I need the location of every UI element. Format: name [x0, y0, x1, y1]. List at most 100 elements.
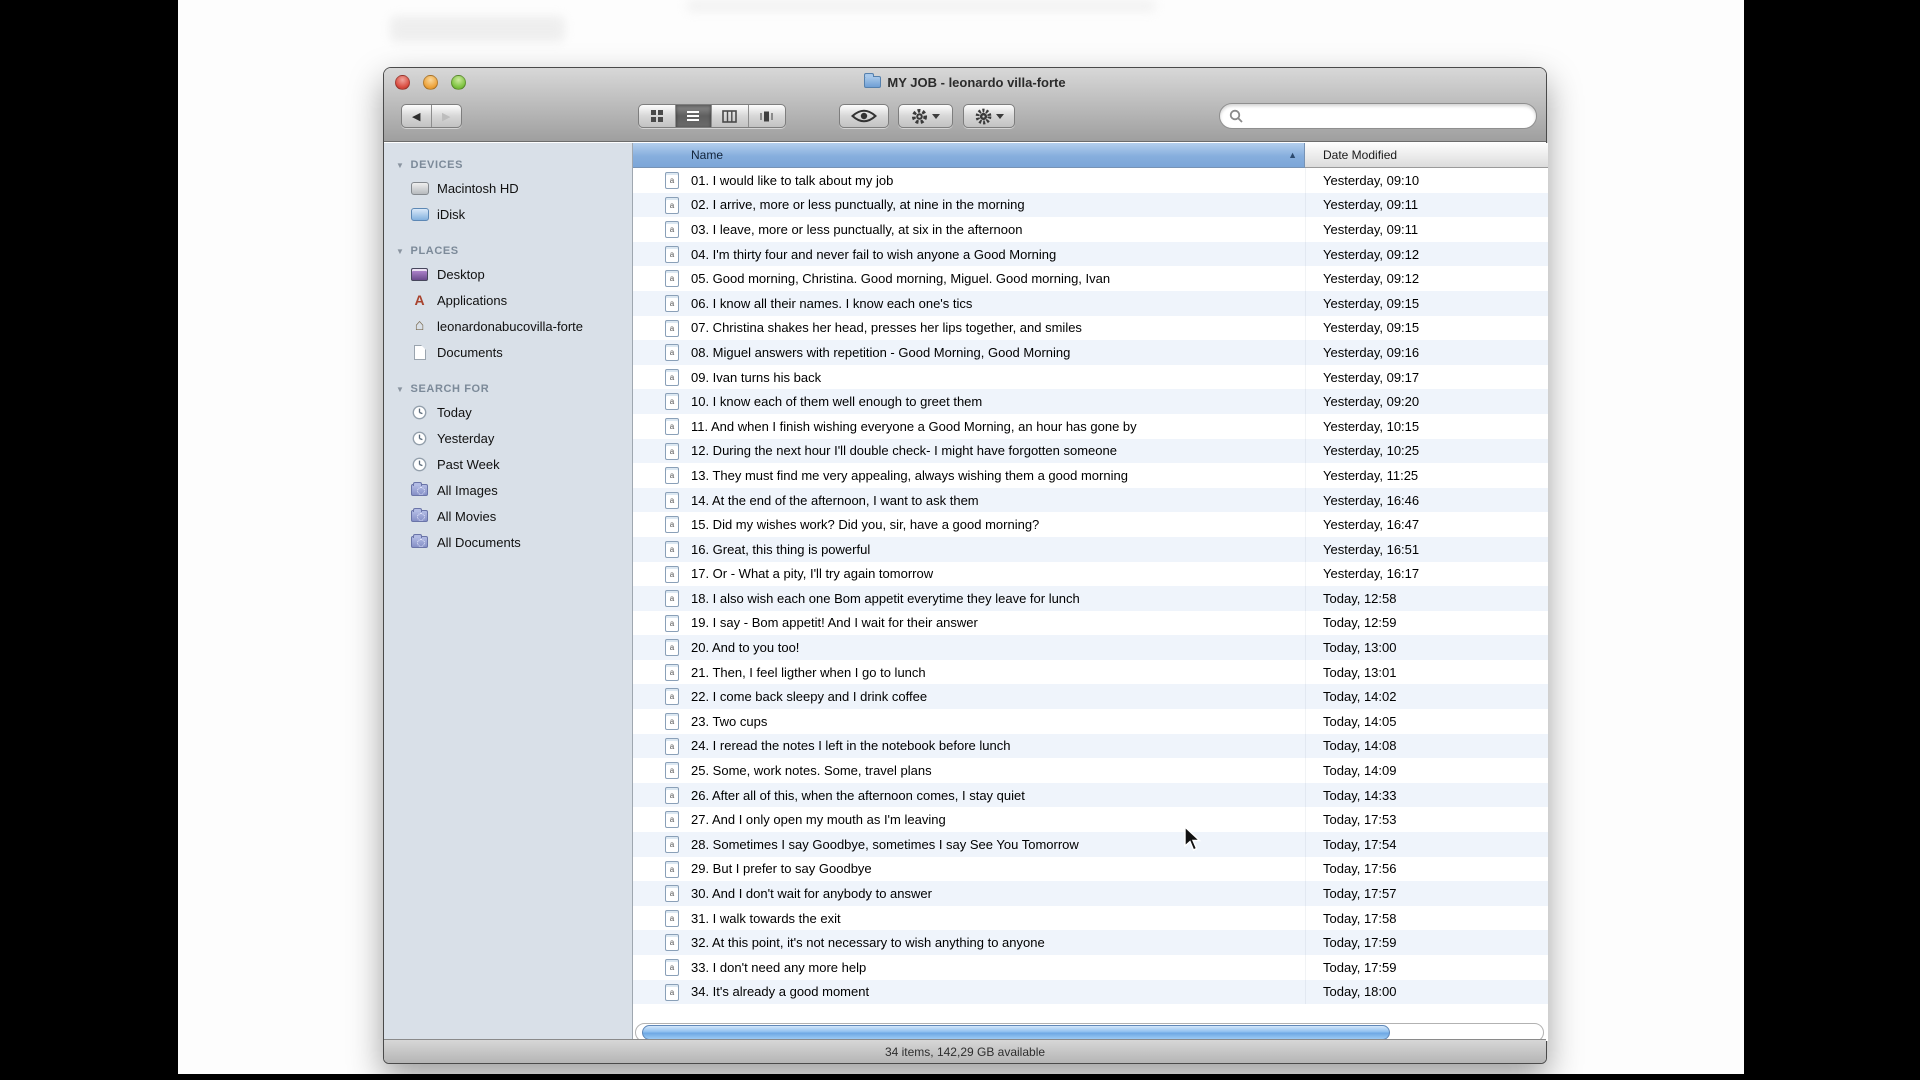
letterbox-right [1744, 0, 1920, 1080]
file-name: 13. They must find me very appealing, al… [691, 468, 1298, 483]
table-row[interactable]: a18. I also wish each one Bom appetit ev… [633, 586, 1548, 611]
table-row[interactable]: a15. Did my wishes work? Did you, sir, h… [633, 512, 1548, 537]
quick-look-button[interactable] [839, 104, 889, 128]
sidebar-item-label: leonardonabucovilla-forte [437, 319, 583, 334]
file-date-modified: Today, 12:59 [1323, 615, 1396, 630]
table-row[interactable]: a32. At this point, it's not necessary t… [633, 930, 1548, 955]
sidebar-item-desktop[interactable]: Desktop [384, 261, 632, 287]
sidebar-item-documents[interactable]: Documents [384, 339, 632, 365]
table-row[interactable]: a09. Ivan turns his backYesterday, 09:17 [633, 365, 1548, 390]
back-button[interactable]: ◀ [402, 105, 432, 127]
table-row[interactable]: a23. Two cupsToday, 14:05 [633, 709, 1548, 734]
table-row[interactable]: a12. During the next hour I'll double ch… [633, 439, 1548, 464]
file-name: 05. Good morning, Christina. Good mornin… [691, 271, 1298, 286]
table-row[interactable]: a33. I don't need any more helpToday, 17… [633, 955, 1548, 980]
folder-icon [864, 76, 881, 88]
column-header-date-modified[interactable]: Date Modified [1305, 143, 1548, 168]
table-row[interactable]: a02. I arrive, more or less punctually, … [633, 193, 1548, 218]
file-name: 18. I also wish each one Bom appetit eve… [691, 591, 1298, 606]
action-menu-button[interactable] [898, 104, 953, 128]
sidebar-item-all-documents[interactable]: All Documents [384, 529, 632, 555]
sidebar-item-past-week[interactable]: Past Week [384, 451, 632, 477]
title-and-toolbar[interactable]: MY JOB - leonardo villa-forte ◀ ▶ [384, 68, 1546, 142]
table-row[interactable]: a16. Great, this thing is powerfulYester… [633, 537, 1548, 562]
file-date-modified: Today, 14:02 [1323, 689, 1396, 704]
table-row[interactable]: a11. And when I finish wishing everyone … [633, 414, 1548, 439]
file-date-modified: Yesterday, 16:17 [1323, 566, 1419, 581]
file-date-modified: Yesterday, 10:15 [1323, 419, 1419, 434]
file-name: 12. During the next hour I'll double che… [691, 443, 1298, 458]
video-artifact [686, 0, 1156, 12]
sidebar-item-all-movies[interactable]: All Movies [384, 503, 632, 529]
file-date-modified: Today, 13:00 [1323, 640, 1396, 655]
disclosure-triangle-icon[interactable]: ▼ [396, 161, 405, 170]
file-date-modified: Yesterday, 16:47 [1323, 517, 1419, 532]
forward-button[interactable]: ▶ [432, 105, 462, 127]
table-row[interactable]: a 13. They must find me very appealing, a… [633, 463, 1548, 488]
sprocket-icon [975, 108, 992, 125]
icon-view-button[interactable] [639, 105, 676, 127]
table-row[interactable]: a03. I leave, more or less punctually, a… [633, 217, 1548, 242]
file-name: 29. But I prefer to say Goodbye [691, 861, 1298, 876]
table-row[interactable]: a08. Miguel answers with repetition - Go… [633, 340, 1548, 365]
table-row[interactable]: a21. Then, I feel ligther when I go to l… [633, 660, 1548, 685]
table-row[interactable]: a01. I would like to talk about my jobYe… [633, 168, 1548, 193]
text-document-icon: a [665, 910, 679, 927]
table-row[interactable]: a28. Sometimes I say Goodbye, sometimes … [633, 832, 1548, 857]
coverflow-view-button[interactable] [749, 105, 785, 127]
table-row[interactable]: a04. I'm thirty four and never fail to w… [633, 242, 1548, 267]
table-row[interactable]: a31. I walk towards the exitToday, 17:58 [633, 906, 1548, 931]
table-row[interactable]: a10. I know each of them well enough to … [633, 389, 1548, 414]
text-document-icon: a [665, 320, 679, 337]
file-name: 09. Ivan turns his back [691, 370, 1298, 385]
sort-ascending-icon: ▲ [1288, 150, 1297, 160]
file-name: 27. And I only open my mouth as I'm leav… [691, 812, 1298, 827]
file-date-modified: Yesterday, 09:12 [1323, 271, 1419, 286]
file-name: 10. I know each of them well enough to g… [691, 394, 1298, 409]
sidebar-item-idisk[interactable]: iDisk [384, 201, 632, 227]
search-field[interactable] [1219, 103, 1537, 129]
sidebar-section-header: ▼ PLACES [384, 241, 632, 261]
sidebar-item-all-images[interactable]: All Images [384, 477, 632, 503]
column-label: Name [691, 148, 723, 162]
file-date-modified: Today, 17:58 [1323, 911, 1396, 926]
column-header-name[interactable]: Name ▲ [633, 143, 1305, 168]
column-divider [1305, 168, 1306, 1004]
sidebar-item-yesterday[interactable]: Yesterday [384, 425, 632, 451]
list-header: Name ▲ Date Modified [633, 143, 1548, 168]
table-row[interactable]: a05. Good morning, Christina. Good morni… [633, 266, 1548, 291]
sidebar-item-macintosh-hd[interactable]: Macintosh HD [384, 175, 632, 201]
mouse-cursor [1183, 826, 1205, 852]
column-view-button[interactable] [712, 105, 749, 127]
horizontal-scrollbar-thumb[interactable] [642, 1025, 1390, 1040]
table-row[interactable]: a27. And I only open my mouth as I'm lea… [633, 807, 1548, 832]
table-row[interactable]: a20. And to you too!Today, 13:00 [633, 635, 1548, 660]
text-document-icon: a [665, 467, 679, 484]
table-row[interactable]: a30. And I don't wait for anybody to ans… [633, 881, 1548, 906]
search-input[interactable] [1248, 106, 1536, 126]
table-row[interactable]: a14. At the end of the afternoon, I want… [633, 488, 1548, 513]
table-row[interactable]: a06. I know all their names. I know each… [633, 291, 1548, 316]
list-lines-icon [686, 109, 700, 123]
file-name: 06. I know all their names. I know each … [691, 296, 1298, 311]
letterbox-bottom [0, 1074, 1920, 1080]
table-row[interactable]: a22. I come back sleepy and I drink coff… [633, 684, 1548, 709]
table-row[interactable]: a24. I reread the notes I left in the no… [633, 734, 1548, 759]
disclosure-triangle-icon[interactable]: ▼ [396, 247, 405, 256]
table-row[interactable]: a17. Or - What a pity, I'll try again to… [633, 562, 1548, 587]
table-row[interactable]: a34. It's already a good momentToday, 18… [633, 980, 1548, 1005]
table-row[interactable]: a26. After all of this, when the afterno… [633, 783, 1548, 808]
table-row[interactable]: a07. Christina shakes her head, presses … [633, 316, 1548, 341]
sidebar-item-today[interactable]: Today [384, 399, 632, 425]
settings-menu-button[interactable] [963, 104, 1015, 128]
table-row[interactable]: a29. But I prefer to say GoodbyeToday, 1… [633, 857, 1548, 882]
list-view-button[interactable] [676, 105, 713, 127]
file-date-modified: Yesterday, 09:15 [1323, 320, 1419, 335]
file-date-modified: Yesterday, 16:46 [1323, 493, 1419, 508]
file-name: 21. Then, I feel ligther when I go to lu… [691, 665, 1298, 680]
sidebar-item-applications[interactable]: A Applications [384, 287, 632, 313]
table-row[interactable]: a25. Some, work notes. Some, travel plan… [633, 758, 1548, 783]
disclosure-triangle-icon[interactable]: ▼ [396, 385, 405, 394]
table-row[interactable]: a19. I say - Bom appetit! And I wait for… [633, 611, 1548, 636]
sidebar-item-leonardonabucovilla-forte[interactable]: ⌂ leonardonabucovilla-forte [384, 313, 632, 339]
